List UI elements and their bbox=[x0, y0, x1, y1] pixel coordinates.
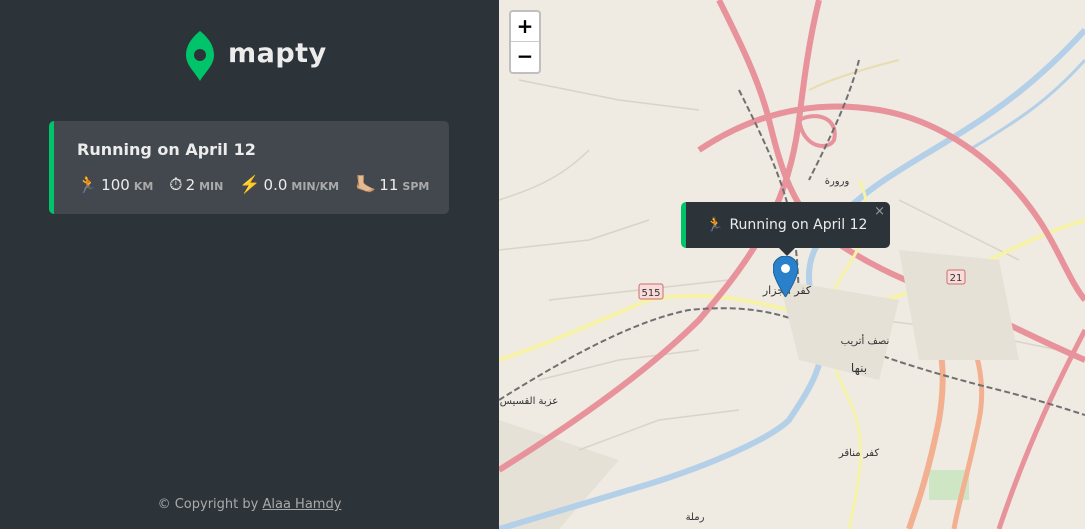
cadence-unit: spm bbox=[402, 180, 430, 193]
duration-detail: ⏱ 2 min bbox=[169, 176, 223, 194]
workout-popup[interactable]: 🏃 Running on April 12 × bbox=[681, 202, 890, 248]
pace-detail: ⚡️ 0.0 min/km bbox=[239, 176, 339, 194]
workout-card[interactable]: Running on April 12 🏃 100 km ⏱ 2 min ⚡️ … bbox=[49, 121, 449, 214]
workout-title: Running on April 12 bbox=[77, 140, 256, 159]
running-icon: 🏃 bbox=[77, 175, 99, 195]
copyright: © Copyright by Alaa Hamdy bbox=[0, 497, 499, 512]
popup-tip bbox=[778, 247, 796, 256]
cadence-detail: 🦶🏼 11 spm bbox=[355, 176, 429, 194]
cadence-value: 11 bbox=[379, 176, 399, 194]
zoom-control: + − bbox=[509, 10, 541, 74]
zoom-out-button[interactable]: − bbox=[511, 42, 539, 72]
place-label-kafr-menaqer: كفر مناقر bbox=[838, 448, 879, 459]
sidebar: mapty Running on April 12 🏃 100 km ⏱ 2 m… bbox=[0, 0, 499, 529]
map-marker-icon[interactable] bbox=[773, 256, 798, 297]
copyright-text: © Copyright by bbox=[157, 497, 263, 512]
zoom-in-button[interactable]: + bbox=[511, 12, 539, 42]
place-label-warwara: ورورة bbox=[825, 176, 850, 187]
duration-value: 2 bbox=[185, 176, 196, 194]
place-label-ramla: رملة bbox=[686, 512, 705, 523]
map[interactable]: 515 21 بنها كفر الجزار ورورة نصف أتريب ع… bbox=[499, 0, 1085, 529]
pace-unit: min/km bbox=[291, 180, 340, 193]
workout-details: 🏃 100 km ⏱ 2 min ⚡️ 0.0 min/km 🦶🏼 11 spm bbox=[77, 176, 445, 194]
route-21-label: 21 bbox=[950, 273, 963, 284]
place-label-izbat-alqasis: عزبة القسيس bbox=[500, 396, 558, 407]
duration-unit: min bbox=[199, 180, 224, 193]
logo: mapty bbox=[184, 29, 327, 81]
route-515-label: 515 bbox=[641, 288, 660, 299]
map-pin-logo-icon bbox=[186, 31, 214, 81]
foot-icon: 🦶🏼 bbox=[355, 175, 377, 195]
app-name: mapty bbox=[228, 37, 327, 69]
pace-value: 0.0 bbox=[263, 176, 288, 194]
popup-text: Running on April 12 bbox=[729, 217, 868, 233]
running-icon: 🏃 bbox=[706, 217, 724, 233]
distance-unit: km bbox=[133, 180, 154, 193]
author-link[interactable]: Alaa Hamdy bbox=[262, 497, 341, 512]
close-icon[interactable]: × bbox=[874, 204, 885, 219]
distance-value: 100 bbox=[101, 176, 130, 194]
lightning-icon: ⚡️ bbox=[239, 175, 261, 195]
distance-detail: 🏃 100 km bbox=[77, 176, 153, 194]
place-label-nasf-atrib: نصف أتريب bbox=[841, 334, 890, 347]
city-label-banha: بنها bbox=[851, 361, 867, 375]
stopwatch-icon: ⏱ bbox=[169, 175, 183, 195]
